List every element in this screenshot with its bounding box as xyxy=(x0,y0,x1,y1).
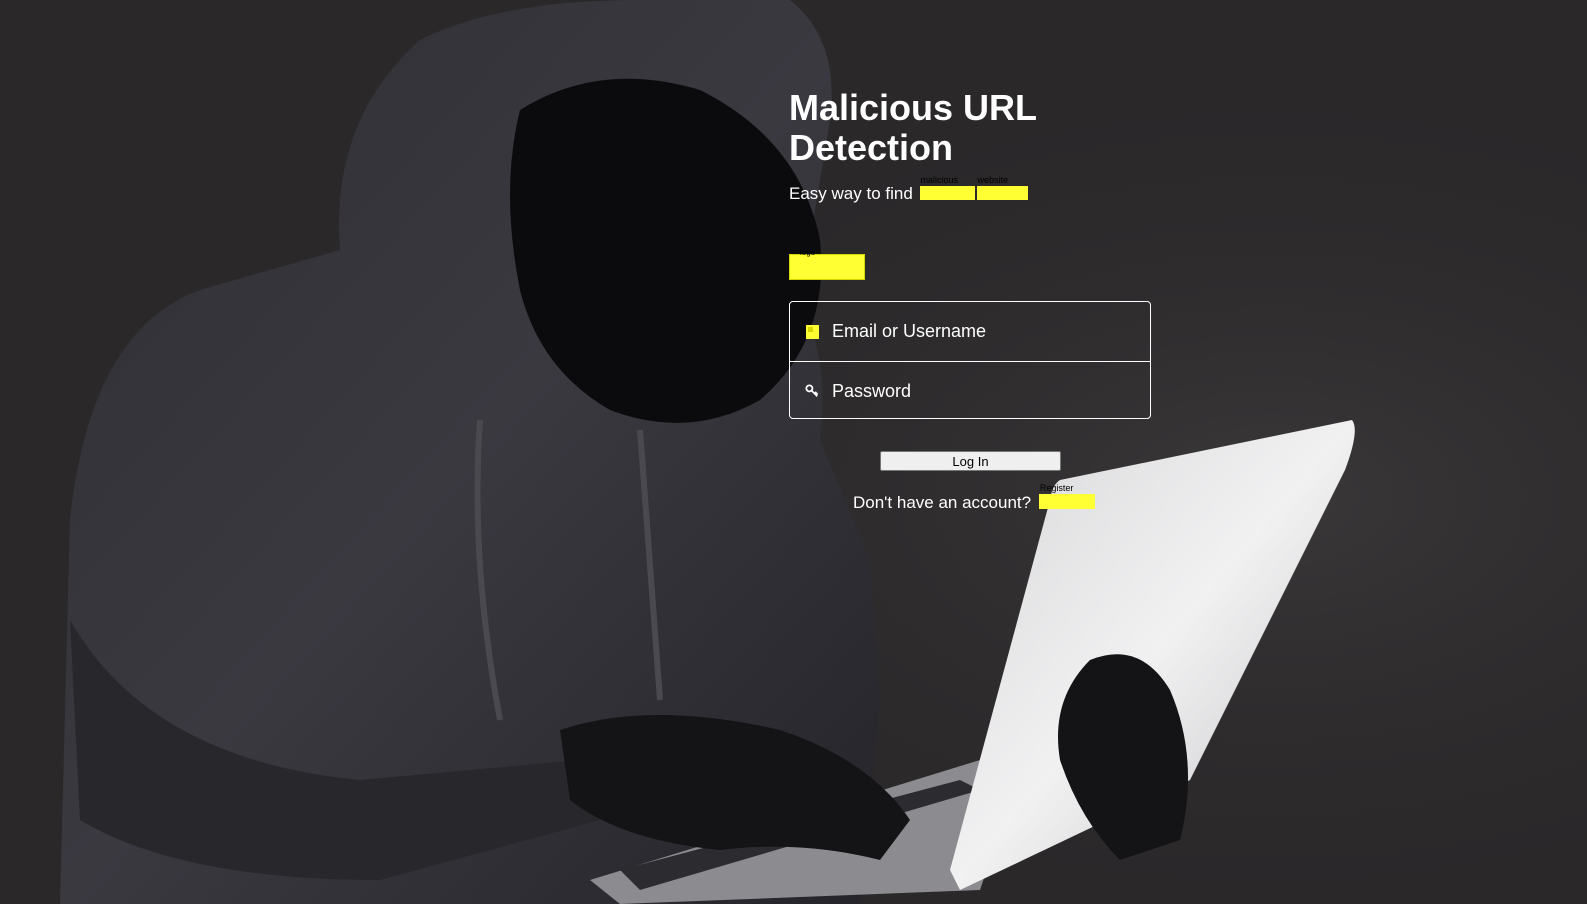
register-prompt-text: Don't have an account? xyxy=(853,493,1032,512)
login-button[interactable]: Log In xyxy=(880,451,1061,471)
tagline: Easy way to find malicious website xyxy=(789,175,1028,204)
email-field-row xyxy=(790,302,1150,361)
user-icon xyxy=(805,324,819,339)
register-link-text[interactable]: Register xyxy=(1040,483,1074,493)
tagline-text: Easy way to find xyxy=(789,184,913,203)
password-field-row xyxy=(790,361,1150,420)
key-icon xyxy=(805,384,819,398)
logo-alt-text: logo xyxy=(800,248,816,257)
register-prompt: Don't have an account? Register xyxy=(853,483,1095,513)
highlight-malicious-text: malicious xyxy=(920,175,959,185)
login-form xyxy=(789,301,1151,419)
email-input[interactable] xyxy=(832,321,1132,342)
highlight-website-text: website xyxy=(977,175,1009,185)
register-link[interactable]: Register xyxy=(1038,483,1095,509)
highlight-malicious: malicious xyxy=(919,175,975,200)
highlight-website: website xyxy=(976,175,1028,200)
password-input[interactable] xyxy=(832,380,1132,402)
logo-image: logo xyxy=(789,248,865,280)
page-title: Malicious URL Detection xyxy=(789,87,1037,168)
